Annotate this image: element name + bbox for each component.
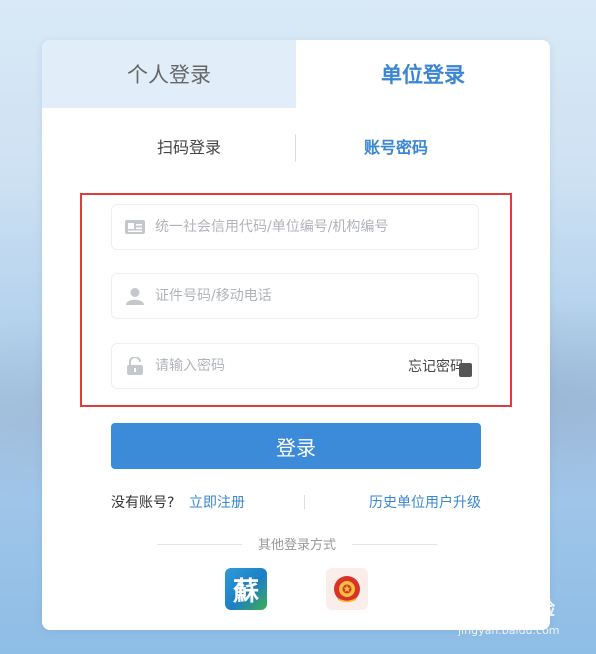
forgot-password-link[interactable]: 忘记密码 (408, 356, 464, 376)
forgot-password-badge-icon (459, 363, 472, 377)
user-icon (125, 286, 145, 306)
password-input[interactable] (155, 358, 395, 374)
subtab-account-password[interactable]: 账号密码 (364, 132, 428, 164)
id-number-field[interactable] (111, 273, 479, 319)
tab-personal-login[interactable]: 个人登录 (42, 40, 296, 108)
national-emblem-icon[interactable] (326, 568, 368, 610)
divider-line (352, 544, 437, 545)
watermark-url: jingyan.baidu.com (458, 624, 560, 637)
watermark-title: Baidu 经验 (455, 599, 556, 620)
login-card: 个人登录 单位登录 扫码登录 账号密码 统一社会信用代码/单位编号/机构编号 证… (42, 40, 550, 630)
login-button[interactable]: 登录 (111, 423, 481, 469)
id-card-icon (125, 217, 145, 237)
register-row-divider (304, 495, 305, 509)
credit-code-input[interactable] (155, 219, 395, 235)
credit-code-field[interactable] (111, 204, 479, 250)
subtab-divider (295, 134, 296, 162)
legacy-unit-upgrade-link[interactable]: 历史单位用户升级 (369, 492, 481, 512)
register-link[interactable]: 立即注册 (189, 492, 245, 512)
tab-unit-login[interactable]: 单位登录 (296, 40, 550, 108)
su-app-icon[interactable]: 蘇 (225, 568, 267, 610)
lock-icon (125, 356, 145, 376)
login-type-tabs: 个人登录 单位登录 (42, 40, 550, 108)
su-app-glyph: 蘇 (232, 576, 259, 607)
password-field[interactable]: 忘记密码 (111, 343, 479, 389)
id-number-input[interactable] (155, 288, 395, 304)
baidu-jingyan-watermark: Baidu 经验 jingyan.baidu.com (455, 595, 585, 645)
other-login-methods-label: 其他登录方式 (157, 534, 437, 554)
no-account-text: 没有账号? (111, 495, 175, 511)
register-row: 没有账号? 立即注册 历史单位用户升级 (111, 492, 481, 512)
login-method-subtabs: 扫码登录 账号密码 (42, 132, 550, 164)
subtab-scan-login[interactable]: 扫码登录 (157, 132, 221, 164)
